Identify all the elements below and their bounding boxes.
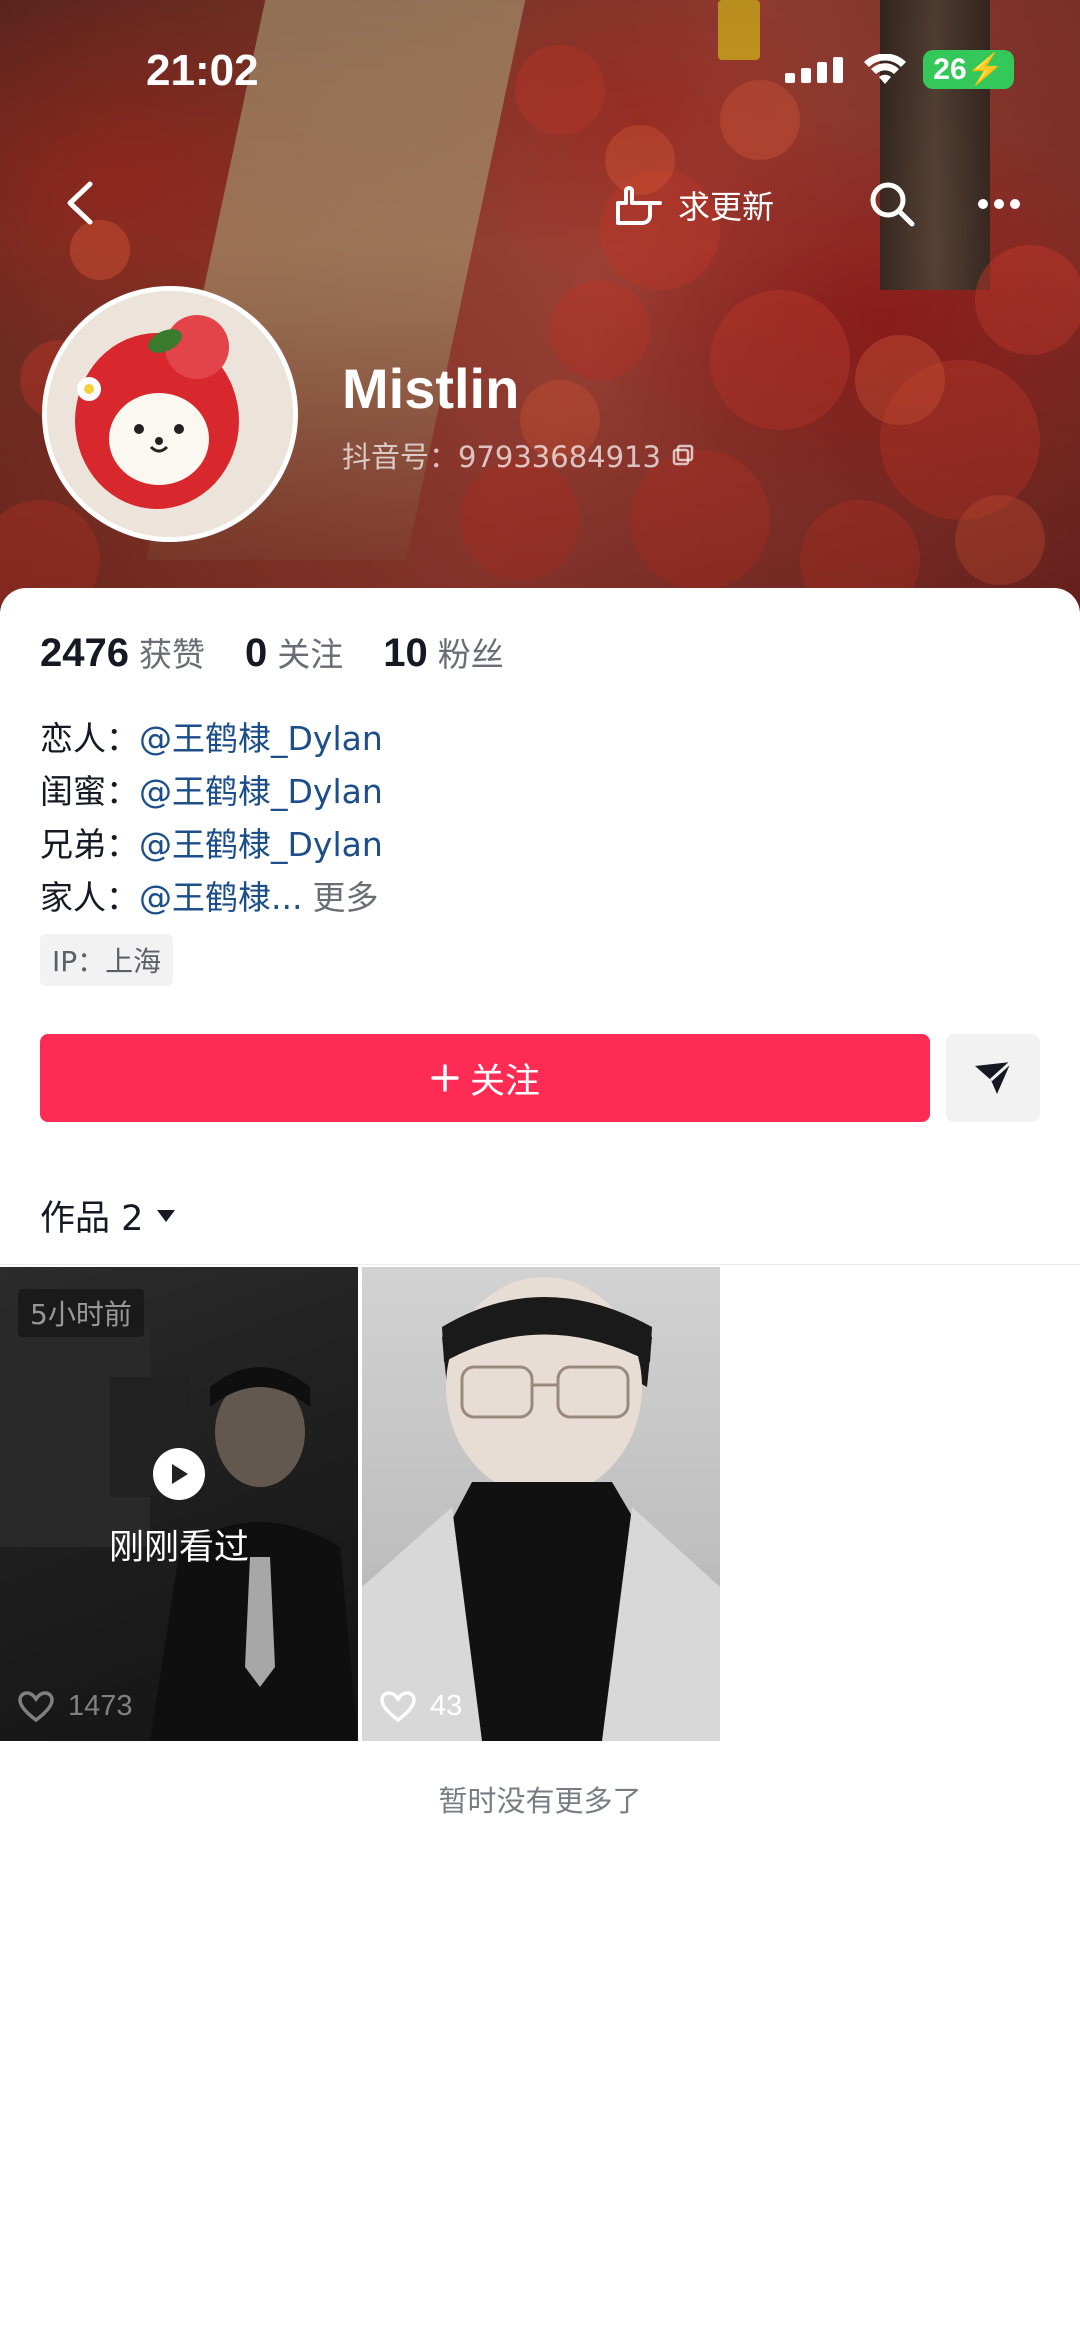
bio-line-label: 兄弟： xyxy=(40,825,139,864)
video-likes: 43 xyxy=(380,1690,462,1723)
followers-count: 10 xyxy=(383,631,428,675)
bio-mention-link[interactable]: @王鹤棣_Dylan xyxy=(139,772,383,811)
status-time: 21:02 xyxy=(146,46,259,95)
works-tab-label: 作品 2 xyxy=(40,1199,144,1239)
heart-icon xyxy=(380,1690,416,1722)
bio-mention-link[interactable]: @王鹤棣_Dylan xyxy=(139,825,383,864)
copy-icon[interactable] xyxy=(671,443,695,467)
pointing-hand-icon xyxy=(616,186,662,225)
recently-watched-label: 刚刚看过 xyxy=(108,1528,249,1568)
followers-stat[interactable]: 10 粉丝 xyxy=(383,628,504,676)
bio-line-label: 闺蜜： xyxy=(40,772,139,811)
follow-button-label: 关注 xyxy=(469,1061,540,1101)
no-more-content-label: 暂时没有更多了 xyxy=(438,1784,642,1818)
plus-icon xyxy=(431,1064,459,1092)
profile-bio: 恋人：@王鹤棣_Dylan 闺蜜：@王鹤棣_Dylan 兄弟：@王鹤棣_Dyla… xyxy=(40,712,383,924)
douyin-id-text: 抖音号：97933684913 xyxy=(342,440,661,474)
following-label: 关注 xyxy=(277,635,344,674)
followers-label: 粉丝 xyxy=(437,635,504,674)
avatar[interactable] xyxy=(42,286,298,542)
ip-location-tag: IP：上海 xyxy=(40,934,174,986)
douyin-id: 抖音号：97933684913 xyxy=(342,434,695,476)
bio-more-link[interactable]: 更多 xyxy=(312,878,378,917)
cellular-signal-icon xyxy=(785,56,844,83)
request-update-button[interactable]: 求更新 xyxy=(612,178,774,232)
bio-line: 兄弟：@王鹤棣_Dylan xyxy=(40,818,383,871)
search-icon[interactable] xyxy=(866,178,918,230)
heart-icon xyxy=(18,1690,54,1722)
status-icons: 26⚡ xyxy=(785,50,1014,89)
charging-bolt-icon: ⚡ xyxy=(966,53,1004,86)
video-thumbnail[interactable]: 5小时前 刚刚看过 1473 xyxy=(0,1267,358,1741)
follow-button[interactable]: 关注 xyxy=(40,1034,930,1122)
send-message-button[interactable] xyxy=(946,1034,1040,1122)
tab-works[interactable]: 作品 2 xyxy=(40,1190,177,1241)
bio-line-label: 恋人： xyxy=(40,719,139,758)
more-options-icon[interactable] xyxy=(976,186,1022,222)
bio-line: 家人：@王鹤棣... 更多 xyxy=(40,871,383,924)
apple-bear-avatar-illustration xyxy=(47,291,293,537)
bio-line: 恋人：@王鹤棣_Dylan xyxy=(40,712,383,765)
likes-count-text: 43 xyxy=(430,1690,463,1722)
wifi-icon xyxy=(864,53,907,84)
bio-mention-link[interactable]: @王鹤棣... xyxy=(139,878,302,917)
back-arrow-icon[interactable] xyxy=(60,178,100,228)
likes-count-text: 1473 xyxy=(68,1690,133,1722)
caret-down-icon xyxy=(157,1209,176,1222)
bio-line-label: 家人： xyxy=(40,878,139,917)
following-stat[interactable]: 0 关注 xyxy=(245,628,343,676)
video-thumbnail-image xyxy=(362,1277,720,1741)
posted-time-badge: 5小时前 xyxy=(18,1289,144,1337)
request-update-label: 求更新 xyxy=(678,188,775,226)
likes-label: 获赞 xyxy=(138,635,205,674)
video-thumbnail[interactable]: 43 xyxy=(362,1267,720,1741)
battery-level: 26 xyxy=(933,53,967,86)
video-likes: 1473 xyxy=(18,1690,133,1723)
battery-indicator: 26⚡ xyxy=(923,50,1014,89)
likes-stat: 2476 获赞 xyxy=(40,628,205,676)
profile-stats: 2476 获赞 0 关注 10 粉丝 xyxy=(40,628,504,676)
paper-plane-icon xyxy=(975,1060,1013,1094)
following-count: 0 xyxy=(244,631,268,675)
divider xyxy=(0,1264,1080,1265)
profile-name: Mistlin xyxy=(342,357,520,420)
play-icon xyxy=(153,1448,205,1500)
bio-mention-link[interactable]: @王鹤棣_Dylan xyxy=(139,719,383,758)
bio-line: 闺蜜：@王鹤棣_Dylan xyxy=(40,765,383,818)
likes-count: 2476 xyxy=(40,631,129,675)
